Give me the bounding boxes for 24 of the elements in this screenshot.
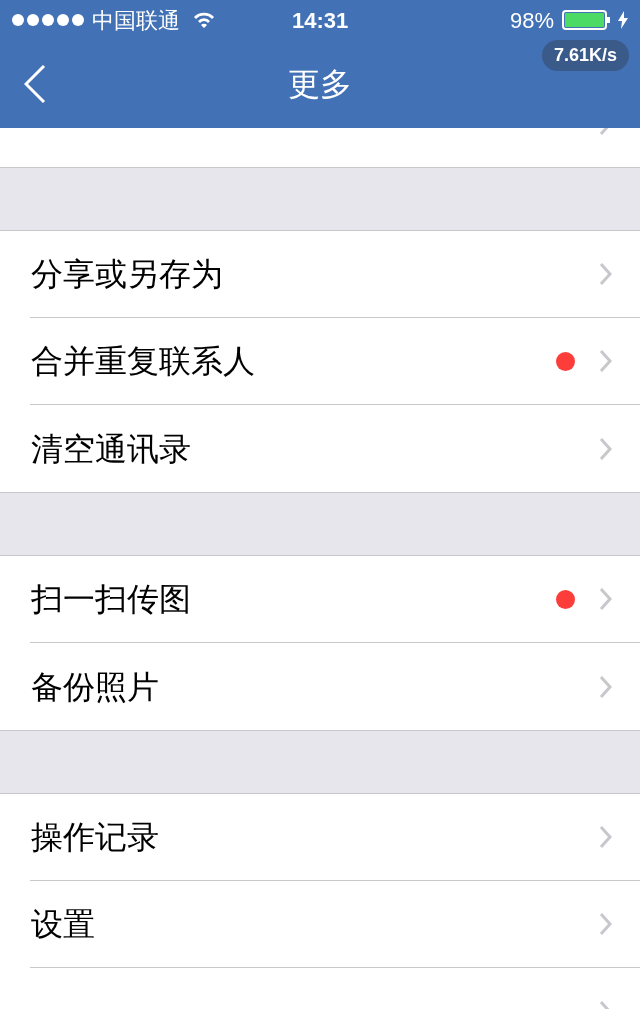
chevron-icon xyxy=(599,825,612,849)
clock-time: 14:31 xyxy=(292,6,349,35)
menu-item[interactable]: 备份照片 xyxy=(0,643,640,730)
chevron-icon xyxy=(599,674,612,699)
battery-percent: 98% xyxy=(509,6,554,35)
chevron-icon xyxy=(599,912,612,936)
menu-item[interactable]: 清空通讯录 xyxy=(0,405,640,492)
battery-icon xyxy=(562,10,610,30)
menu-item[interactable]: 扫一扫传图 xyxy=(30,556,640,643)
charging-icon xyxy=(618,11,628,29)
menu-item[interactable]: 合并重复联系人 xyxy=(30,318,640,405)
wifi-icon xyxy=(192,11,216,29)
speed-badge: 7.61K/s xyxy=(541,40,629,71)
chevron-icon xyxy=(599,262,612,286)
chevron-icon xyxy=(599,349,612,373)
back-icon[interactable] xyxy=(24,65,46,103)
menu-item[interactable]: 分享或另存为 xyxy=(30,231,640,318)
menu-item[interactable]: 操作记录 xyxy=(30,794,640,881)
page-title: 更多 xyxy=(288,65,352,104)
carrier-name: 中国联通 xyxy=(92,6,180,35)
chevron-icon xyxy=(599,436,612,461)
menu-item[interactable]: 设置 xyxy=(30,881,640,968)
chevron-icon xyxy=(599,587,612,611)
signal-icon xyxy=(12,14,84,26)
